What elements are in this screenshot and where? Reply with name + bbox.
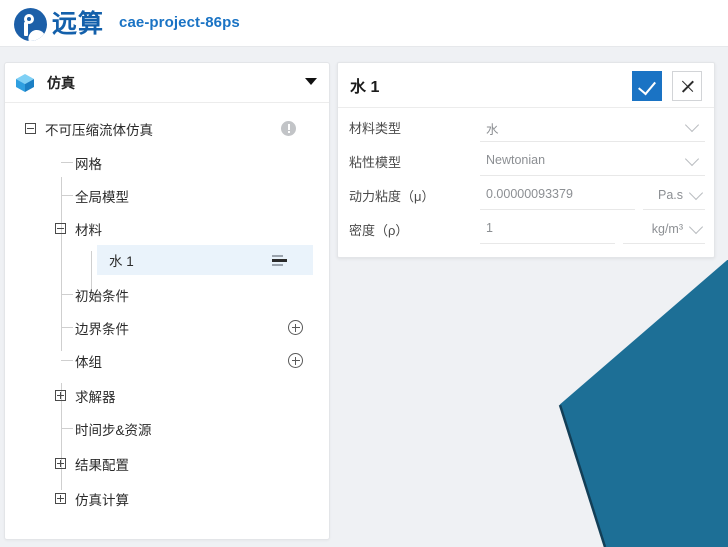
viscosity-model-value: Newtonian [486, 153, 546, 167]
density-input[interactable]: 1 [480, 214, 615, 244]
properties-panel-title: 水 1 [350, 79, 380, 96]
tree-item-incompressible-flow[interactable]: 不可压缩流体仿真 [5, 111, 329, 146]
field-material-type: 材料类型 水 [338, 112, 714, 146]
dynamic-viscosity-value: 0.00000093379 [486, 187, 573, 201]
geometry-viewport[interactable] [337, 260, 728, 547]
dynamic-viscosity-input[interactable]: 0.00000093379 [480, 180, 635, 210]
minus-toggle-icon[interactable] [55, 223, 66, 234]
warning-icon[interactable] [281, 121, 296, 136]
tree-connector-line [61, 327, 73, 328]
tree-item-initial-conditions[interactable]: 初始条件 [5, 278, 329, 311]
tree-item-label: 结果配置 [75, 457, 129, 473]
cancel-button[interactable] [672, 71, 702, 101]
unit-label: Pa.s [657, 188, 683, 202]
field-viscosity-model: 粘性模型 Newtonian [338, 146, 714, 180]
viscosity-model-select[interactable]: Newtonian [480, 146, 705, 176]
field-label: 动力粘度（μ） [349, 189, 435, 204]
app-root: 远算 cae-project-86ps 仿真 不可压缩流体仿真 网格 全局模型 … [0, 0, 728, 547]
tree-item-solver[interactable]: 求解器 [5, 379, 329, 412]
properties-fields: 材料类型 水 粘性模型 Newtonian 动力粘度（μ） 0.00000093… [338, 112, 714, 248]
tree-connector-line [61, 428, 73, 429]
tree-item-label: 时间步&资源 [75, 422, 152, 438]
plus-toggle-icon[interactable] [55, 390, 66, 401]
tree-item-label: 初始条件 [75, 288, 129, 304]
tree-item-label: 边界条件 [75, 321, 129, 337]
tree-connector-line [61, 360, 73, 361]
tree-item-label: 求解器 [75, 389, 116, 405]
tree-item-result-config[interactable]: 结果配置 [5, 447, 329, 480]
chevron-down-icon [684, 117, 700, 133]
tree-item-simulation-run[interactable]: 仿真计算 [5, 482, 329, 515]
chevron-down-icon [688, 185, 704, 201]
plus-toggle-icon[interactable] [55, 493, 66, 504]
tree-item-timestep-resources[interactable]: 时间步&资源 [5, 412, 329, 445]
minus-toggle-icon[interactable] [25, 123, 36, 134]
yuansuan-logo-icon [14, 7, 47, 41]
tree-item-label: 全局模型 [75, 189, 129, 205]
add-volume-group-icon[interactable] [288, 353, 303, 368]
field-density: 密度（ρ） 1 kg/m³ [338, 214, 714, 248]
list-icon[interactable] [272, 255, 287, 266]
properties-panel-header: 水 1 [338, 63, 714, 108]
material-type-value: 水 [486, 123, 499, 137]
caret-down-icon[interactable] [305, 78, 317, 85]
tree-item-material[interactable]: 材料 [5, 212, 329, 245]
tree-item-water-1[interactable]: 水 1 [97, 245, 313, 275]
chevron-down-icon [688, 219, 704, 235]
tree-item-label: 仿真计算 [75, 492, 129, 508]
tree-panel-title: 仿真 [47, 74, 75, 91]
confirm-button[interactable] [632, 71, 662, 101]
dynamic-viscosity-unit-select[interactable]: Pa.s [643, 180, 705, 210]
tree-connector-line [61, 294, 73, 295]
tree-connector-line [61, 195, 73, 196]
cube-icon [15, 73, 35, 93]
tree-item-volume-group[interactable]: 体组 [5, 344, 329, 377]
tree-body: 不可压缩流体仿真 网格 全局模型 材料 水 1 初始条件 边界条件 体组 求解器… [5, 103, 329, 515]
chevron-down-icon [684, 151, 700, 167]
fluid-domain-face[interactable] [337, 260, 728, 547]
field-label: 材料类型 [349, 121, 402, 136]
material-properties-panel: 水 1 材料类型 水 粘性模型 Newtonian 动力粘度（μ） 0.0000… [337, 62, 715, 258]
plus-toggle-icon[interactable] [55, 458, 66, 469]
tree-item-label: 材料 [75, 222, 102, 238]
tree-panel-header: 仿真 [5, 63, 329, 103]
brand-logo-text: 远算 [52, 9, 105, 38]
brand-logo[interactable]: 远算 [14, 6, 104, 42]
tree-connector-line [61, 162, 73, 163]
check-icon [638, 76, 656, 96]
tree-item-global-model[interactable]: 全局模型 [5, 179, 329, 212]
field-label: 粘性模型 [349, 155, 402, 170]
tree-item-label: 网格 [75, 156, 102, 172]
field-dynamic-viscosity: 动力粘度（μ） 0.00000093379 Pa.s [338, 180, 714, 214]
tree-item-label: 体组 [75, 354, 102, 370]
material-type-select[interactable]: 水 [480, 112, 705, 142]
density-unit-select[interactable]: kg/m³ [623, 214, 705, 244]
tree-item-label: 水 1 [109, 254, 134, 269]
tree-item-boundary-conditions[interactable]: 边界条件 [5, 311, 329, 344]
project-name[interactable]: cae-project-86ps [119, 14, 240, 31]
density-value: 1 [486, 221, 493, 235]
top-bar: 远算 cae-project-86ps [0, 0, 728, 47]
close-icon [681, 80, 694, 93]
tree-item-mesh[interactable]: 网格 [5, 146, 329, 179]
add-boundary-condition-icon[interactable] [288, 320, 303, 335]
field-label: 密度（ρ） [349, 223, 409, 238]
tree-item-label: 不可压缩流体仿真 [45, 122, 153, 138]
simulation-tree-panel: 仿真 不可压缩流体仿真 网格 全局模型 材料 水 1 初始条件 边界条件 体组 … [4, 62, 330, 540]
unit-label: kg/m³ [651, 222, 683, 236]
